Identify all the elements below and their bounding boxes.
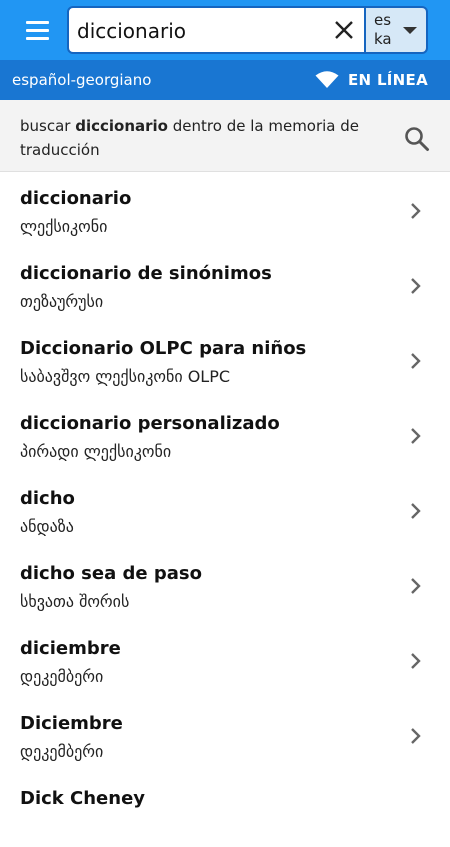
result-translation: დეკემბერი	[20, 667, 104, 686]
chevron-right-icon	[411, 278, 421, 294]
result-translation: სხვათა შორის	[20, 592, 130, 611]
result-translation: დეკემბერი	[20, 742, 104, 761]
list-item[interactable]: dicho sea de paso სხვათა შორის	[0, 547, 450, 622]
result-translation: თეზაურუსი	[20, 292, 104, 311]
chevron-right-icon	[411, 578, 421, 594]
translation-memory-text: buscar diccionario dentro de la memoria …	[20, 114, 360, 162]
result-translation: ლექსიკონი	[20, 217, 108, 236]
search-box[interactable]	[67, 6, 366, 54]
result-term: Diccionario OLPC para niños	[20, 338, 307, 359]
result-term: diccionario personalizado	[20, 413, 280, 434]
result-translation: საბავშვო ლექსიკონი OLPC	[20, 367, 231, 386]
close-icon[interactable]	[332, 18, 356, 42]
tm-suffix: dentro de la memoria de traducción	[20, 117, 360, 159]
result-term: dicho	[20, 488, 75, 509]
list-item[interactable]: Diccionario OLPC para niños საბავშვო ლექ…	[0, 322, 450, 397]
chevron-down-icon	[403, 27, 417, 34]
result-term: diccionario de sinónimos	[20, 263, 272, 284]
chevron-right-icon	[411, 503, 421, 519]
result-term: Dick Cheney	[20, 788, 146, 809]
list-item[interactable]: Dick Cheney	[0, 772, 450, 847]
result-term: Diciembre	[20, 713, 123, 734]
tm-prefix: buscar	[20, 117, 71, 135]
wifi-icon	[315, 71, 339, 88]
online-status[interactable]: EN LÍNEA	[315, 69, 428, 91]
app-bar: es ka	[0, 0, 450, 60]
dictionary-bar: español-georgiano EN LÍNEA	[0, 60, 450, 100]
chevron-right-icon	[411, 653, 421, 669]
result-term: diccionario	[20, 188, 132, 209]
list-item[interactable]: diciembre დეკემბერი	[0, 622, 450, 697]
lang-from-label: es	[374, 11, 392, 29]
list-item[interactable]: diccionario personalizado პირადი ლექსიკო…	[0, 397, 450, 472]
list-item[interactable]: diccionario ლექსიკონი	[0, 172, 450, 247]
dictionary-name: español-georgiano	[12, 71, 152, 89]
tm-term: diccionario	[75, 117, 168, 135]
result-term: diciembre	[20, 638, 121, 659]
lang-to-label: ka	[374, 30, 392, 48]
chevron-right-icon	[411, 203, 421, 219]
online-status-label: EN LÍNEA	[348, 71, 428, 89]
result-translation: ანდაზა	[20, 517, 74, 536]
menu-icon[interactable]	[14, 14, 60, 46]
chevron-right-icon	[411, 728, 421, 744]
search-input[interactable]	[77, 16, 327, 46]
chevron-right-icon	[411, 353, 421, 369]
search-icon[interactable]	[404, 126, 430, 152]
list-item[interactable]: diccionario de sinónimos თეზაურუსი	[0, 247, 450, 322]
translation-memory-search[interactable]: buscar diccionario dentro de la memoria …	[0, 100, 450, 172]
results-list: diccionario ლექსიკონი diccionario de sin…	[0, 172, 450, 847]
list-item[interactable]: Diciembre დეკემბერი	[0, 697, 450, 772]
list-item[interactable]: dicho ანდაზა	[0, 472, 450, 547]
result-term: dicho sea de paso	[20, 563, 202, 584]
result-translation: პირადი ლექსიკონი	[20, 442, 172, 461]
language-pair-selector[interactable]: es ka	[366, 6, 428, 54]
chevron-right-icon	[411, 428, 421, 444]
